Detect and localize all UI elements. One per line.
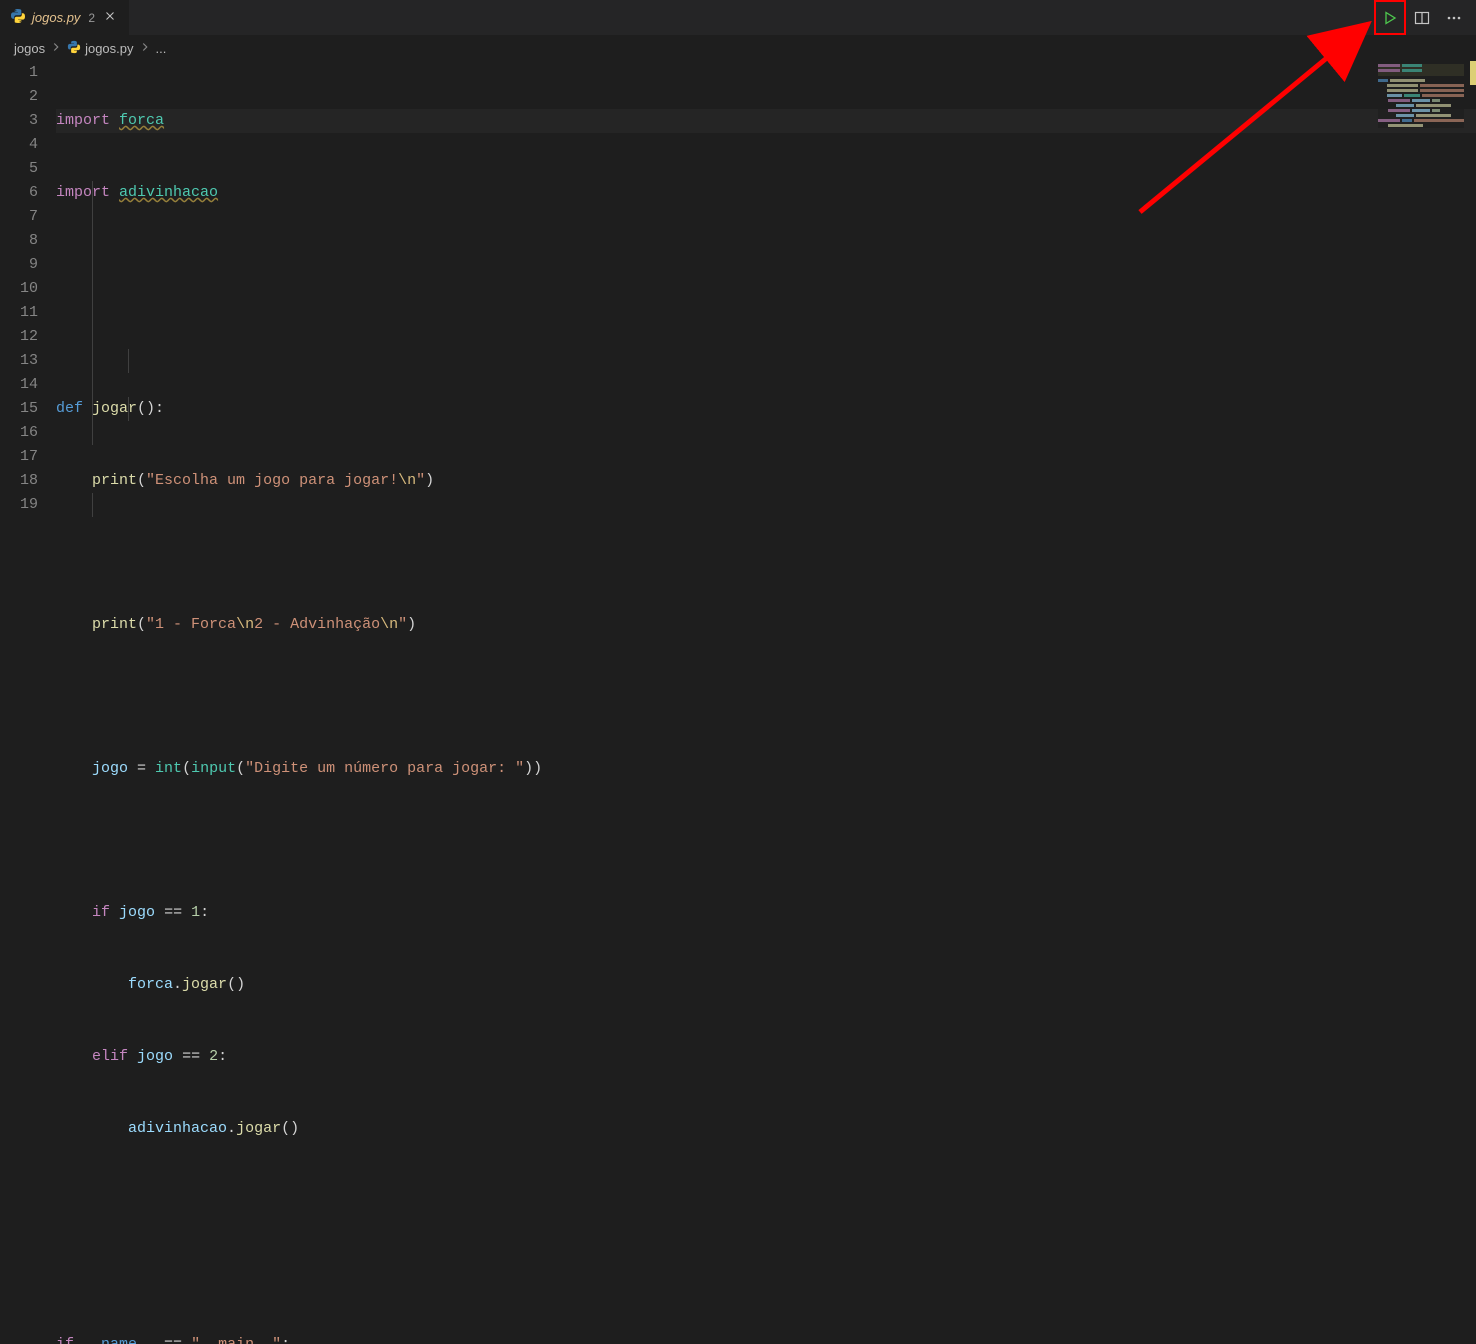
chevron-right-icon [49, 40, 63, 57]
code-line[interactable] [56, 253, 1476, 277]
tab-bar: jogos.py 2 [0, 0, 1476, 35]
chevron-right-icon [138, 40, 152, 57]
editor-actions [1374, 0, 1476, 35]
breadcrumb: jogos jogos.py ... [0, 35, 1476, 61]
code-line[interactable]: def jogar(): [56, 397, 1476, 421]
breadcrumb-more[interactable]: ... [156, 41, 167, 56]
code-line[interactable] [56, 1261, 1476, 1285]
python-file-icon [10, 8, 26, 27]
python-file-icon [67, 40, 81, 57]
code-line[interactable]: jogo = int(input("Digite um número para … [56, 757, 1476, 781]
code-line[interactable]: print("Escolha um jogo para jogar!\n") [56, 469, 1476, 493]
close-icon[interactable] [101, 9, 119, 26]
tab-filename: jogos.py [32, 10, 80, 25]
breadcrumb-file[interactable]: jogos.py [85, 41, 133, 56]
code-editor[interactable]: 12345678910111213141516171819 import for… [0, 61, 1476, 1344]
code-line[interactable] [56, 685, 1476, 709]
code-line[interactable]: if __name__ == "__main__": [56, 1333, 1476, 1344]
code-content[interactable]: import forca import adivinhacao def joga… [56, 61, 1476, 1344]
line-gutter: 12345678910111213141516171819 [0, 61, 56, 1344]
code-line[interactable]: import forca [56, 109, 1476, 133]
tab-modified-count: 2 [86, 11, 95, 25]
code-line[interactable]: import adivinhacao [56, 181, 1476, 205]
overview-ruler-marker [1470, 61, 1476, 85]
code-line[interactable]: print("1 - Forca\n2 - Advinhação\n") [56, 613, 1476, 637]
tab-jogos[interactable]: jogos.py 2 [0, 0, 130, 35]
code-line[interactable]: adivinhacao.jogar() [56, 1117, 1476, 1141]
run-button[interactable] [1374, 0, 1406, 35]
breadcrumb-folder[interactable]: jogos [14, 41, 45, 56]
more-actions-button[interactable] [1438, 0, 1470, 35]
code-line[interactable]: if jogo == 1: [56, 901, 1476, 925]
code-line[interactable]: elif jogo == 2: [56, 1045, 1476, 1069]
code-line[interactable] [56, 1189, 1476, 1213]
code-line[interactable] [56, 325, 1476, 349]
split-editor-button[interactable] [1406, 0, 1438, 35]
code-line[interactable] [56, 541, 1476, 565]
code-line[interactable]: forca.jogar() [56, 973, 1476, 997]
code-line[interactable] [56, 829, 1476, 853]
minimap[interactable] [1378, 64, 1464, 128]
